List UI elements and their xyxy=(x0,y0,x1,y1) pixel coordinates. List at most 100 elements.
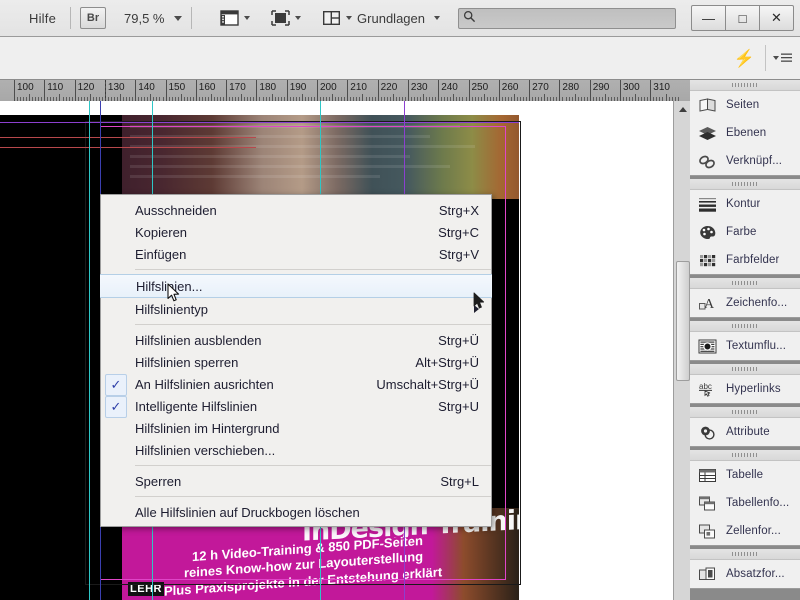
menu-item-shortcut: Strg+Ü xyxy=(438,332,479,348)
panel-group-grip[interactable] xyxy=(690,407,800,418)
search-input[interactable] xyxy=(479,11,661,25)
menu-item-12[interactable]: Hilfslinien verschieben... xyxy=(101,439,491,461)
menu-item-1[interactable]: Kopieren Strg+C xyxy=(101,221,491,243)
panel-button-label: Hyperlinks xyxy=(726,383,781,395)
screen-mode-button[interactable] xyxy=(269,8,303,28)
menu-item-16[interactable]: Alle Hilfslinien auf Druckbogen löschen xyxy=(101,501,491,523)
panel-button-label: Absatzfor... xyxy=(726,568,785,580)
ruler-label: 100 xyxy=(17,82,34,93)
chevron-down-icon[interactable] xyxy=(243,16,250,20)
panel-menu-icon[interactable] xyxy=(773,53,792,63)
panel-group-grip[interactable] xyxy=(690,278,800,289)
pages-icon xyxy=(697,96,718,115)
panel-group-grip[interactable] xyxy=(690,321,800,332)
panel-button-tabellenfo[interactable]: Tabellenfo... xyxy=(690,489,800,517)
panel-button-tabelle[interactable]: Tabelle xyxy=(690,461,800,489)
panel-group-grip[interactable] xyxy=(690,450,800,461)
checkmark-icon[interactable]: ✓ xyxy=(105,396,127,418)
arrange-documents-button[interactable] xyxy=(320,8,354,28)
panel-button-attribute[interactable]: Attribute xyxy=(690,418,800,446)
stroke-icon xyxy=(697,195,718,214)
ruler-label: 130 xyxy=(107,82,125,93)
ruler-label: 220 xyxy=(380,82,398,93)
panel-button-zellenfor[interactable]: Zellenfor... xyxy=(690,517,800,545)
panel-button-textumflu[interactable]: Textumflu... xyxy=(690,332,800,360)
workspace-switcher[interactable]: Grundlagen xyxy=(357,11,440,26)
menu-separator xyxy=(135,324,491,325)
window-controls: — □ ✕ xyxy=(691,5,794,31)
menu-item-2[interactable]: Einfügen Strg+V xyxy=(101,243,491,265)
hyperlinks-icon: abc xyxy=(697,380,718,399)
guide-horizontal-3[interactable] xyxy=(0,147,256,148)
ruler-label: 120 xyxy=(77,82,95,93)
chevron-down-icon[interactable] xyxy=(294,16,301,20)
menu-item-label: Hilfslinientyp xyxy=(135,301,208,317)
panel-button-hyperlinks[interactable]: abc Hyperlinks xyxy=(690,375,800,403)
panel-button-zeichenfo[interactable]: A Zeichenfo... xyxy=(690,289,800,317)
menu-help[interactable]: Hilfe xyxy=(24,8,61,29)
horizontal-ruler[interactable]: 100 110 120 130 140 150 160 170 180 190 200 210 220 2… xyxy=(0,80,690,102)
grip-dots-icon xyxy=(732,410,758,414)
menu-item-10[interactable]: ✓ Intelligente Hilfslinien Strg+U xyxy=(101,395,491,418)
ruler-label: 290 xyxy=(592,82,610,93)
search-box[interactable] xyxy=(458,7,676,29)
swatches-icon xyxy=(697,251,718,270)
ruler-label: 280 xyxy=(562,82,580,93)
panel-group-6: Tabelle Tabellenfo... Zellenfor... xyxy=(690,450,800,546)
menu-item-label: Einfügen xyxy=(135,246,187,262)
view-options-button[interactable] xyxy=(218,8,252,28)
minimize-button[interactable]: — xyxy=(691,5,726,31)
grip-dots-icon xyxy=(732,182,758,186)
grip-dots-icon xyxy=(732,453,758,457)
chevron-down-icon[interactable] xyxy=(173,15,182,21)
go-to-bridge-button[interactable]: Br xyxy=(80,7,107,29)
menu-item-label: Intelligente Hilfslinien xyxy=(135,398,258,414)
menu-item-8[interactable]: Hilfslinien sperren Alt+Strg+Ü xyxy=(101,351,491,373)
menu-item-label: Hilfslinien ausblenden xyxy=(135,332,262,348)
menu-item-shortcut: Umschalt+Strg+Ü xyxy=(376,376,479,392)
menu-item-14[interactable]: Sperren Strg+L xyxy=(101,470,491,492)
guide-horizontal-1[interactable] xyxy=(0,122,519,123)
svg-text:abc: abc xyxy=(699,382,712,391)
ruler-label: 190 xyxy=(289,82,307,93)
panel-button-ebenen[interactable]: Ebenen xyxy=(690,119,800,147)
menu-item-label: Alle Hilfslinien auf Druckbogen löschen xyxy=(135,504,360,520)
menu-item-label: Sperren xyxy=(135,473,182,489)
panel-button-farbfelder[interactable]: Farbfelder xyxy=(690,246,800,274)
zoom-level-control[interactable]: 79,5 % xyxy=(124,11,182,26)
maximize-button[interactable]: □ xyxy=(725,5,760,31)
panel-button-farbe[interactable]: Farbe xyxy=(690,218,800,246)
menu-item-4[interactable]: Hilfslinien... xyxy=(100,274,492,298)
character-styles-icon: A xyxy=(697,294,718,313)
panel-group-grip[interactable] xyxy=(690,179,800,190)
menu-item-0[interactable]: Ausschneiden Strg+X xyxy=(101,199,491,221)
checkmark-icon[interactable]: ✓ xyxy=(105,374,127,396)
panel-dock[interactable]: Seiten Ebenen Verknüpf... Kontur Farbe Farbfe… xyxy=(690,80,800,600)
panel-button-label: Textumflu... xyxy=(726,340,786,352)
panel-group-grip[interactable] xyxy=(690,549,800,560)
close-button[interactable]: ✕ xyxy=(759,5,794,31)
context-menu[interactable]: Ausschneiden Strg+X Kopieren Strg+C Einfügen… xyxy=(100,194,492,527)
menu-item-11[interactable]: Hilfslinien im Hintergrund xyxy=(101,417,491,439)
vertical-scrollbar[interactable] xyxy=(673,101,691,600)
panel-button-verknpf[interactable]: Verknüpf... xyxy=(690,147,800,175)
chevron-down-icon[interactable] xyxy=(345,16,352,20)
chevron-down-icon[interactable] xyxy=(434,16,440,20)
panel-button-absatzfor[interactable]: Absatzfor... xyxy=(690,560,800,588)
panel-button-kontur[interactable]: Kontur xyxy=(690,190,800,218)
panel-button-seiten[interactable]: Seiten xyxy=(690,91,800,119)
menu-item-5[interactable]: Hilfslinientyp xyxy=(101,298,491,320)
ruler-label: 150 xyxy=(168,82,186,93)
panel-group-5: Attribute xyxy=(690,407,800,447)
menu-item-7[interactable]: Hilfslinien ausblenden Strg+Ü xyxy=(101,329,491,351)
menu-item-9[interactable]: ✓ An Hilfslinien ausrichten Umschalt+Strg+… xyxy=(101,373,491,396)
panel-group-7: Absatzfor... xyxy=(690,549,800,589)
menu-item-shortcut: Strg+C xyxy=(438,224,479,240)
scrollbar-thumb[interactable] xyxy=(676,261,690,381)
guide-horizontal-2[interactable] xyxy=(0,137,256,138)
lightning-bolt-icon[interactable]: ⚡ xyxy=(734,50,755,67)
guide-vertical-1[interactable] xyxy=(89,101,90,600)
panel-group-grip[interactable] xyxy=(690,364,800,375)
scroll-up-button[interactable] xyxy=(674,101,691,118)
panel-group-grip[interactable] xyxy=(690,80,800,91)
